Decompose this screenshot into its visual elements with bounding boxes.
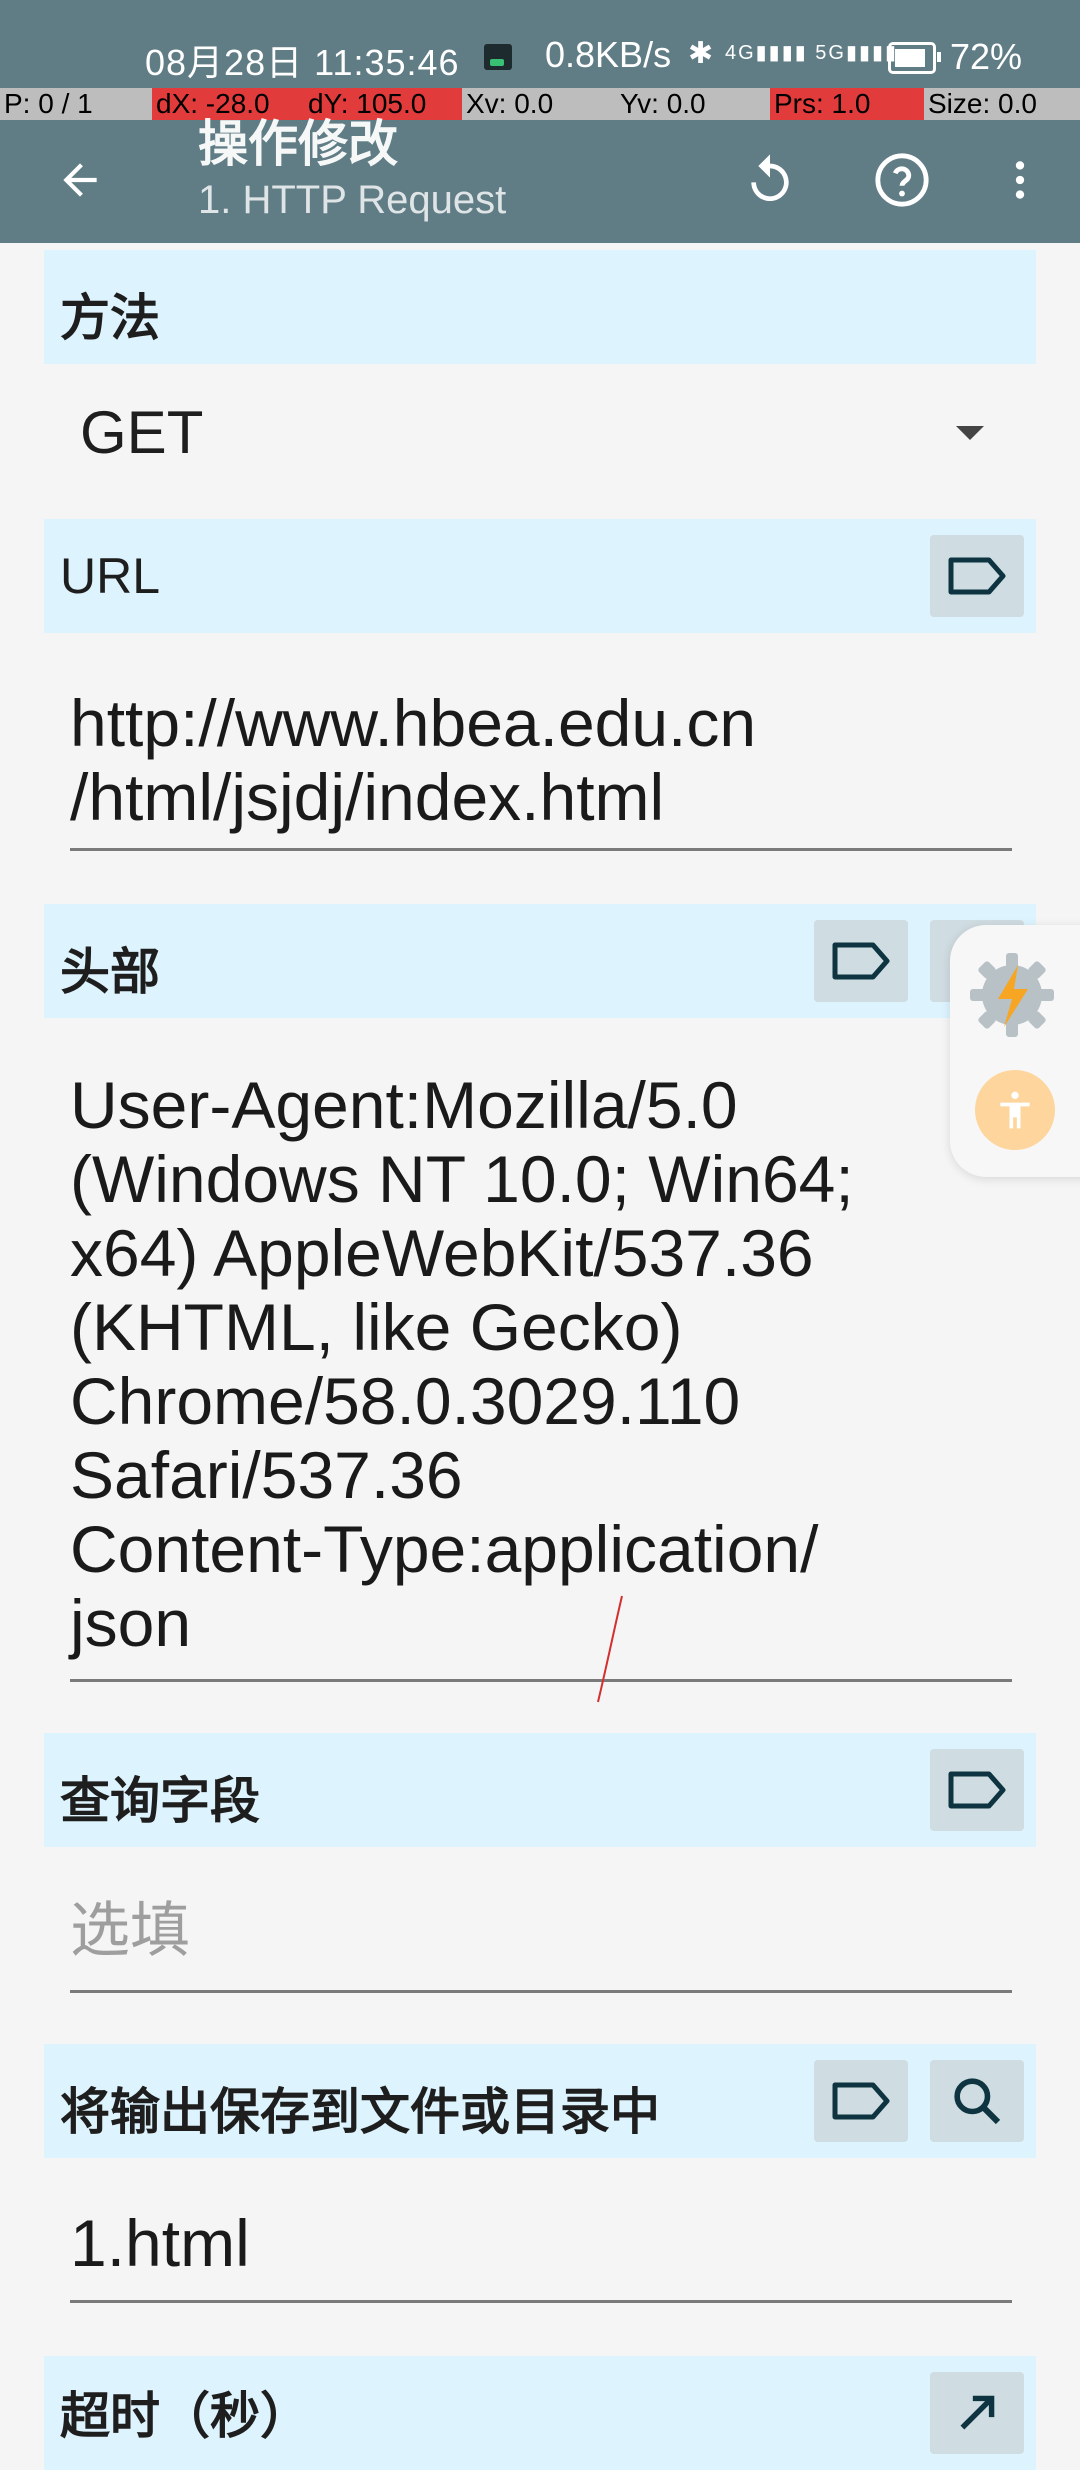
help-button[interactable] xyxy=(862,140,942,220)
arrow-back-icon xyxy=(63,163,97,197)
output-underline xyxy=(70,2300,1012,2303)
accessibility-icon xyxy=(1000,1091,1030,1129)
pointer-yv: Yv: 0.0 xyxy=(620,88,706,119)
timeout-header: 超时（秒） xyxy=(44,2356,1036,2470)
bluetooth-icon: ✱ xyxy=(688,37,714,70)
label-tag-icon xyxy=(832,2082,890,2120)
page-title: 操作修改 xyxy=(198,115,398,173)
output-header: 将输出保存到文件或目录中 xyxy=(44,2044,1036,2158)
output-label: 将输出保存到文件或目录中 xyxy=(60,2083,660,2141)
url-label: URL xyxy=(60,548,161,604)
search-icon xyxy=(954,2078,1001,2125)
signal-icon: 4G▮▮▮▮ 5G▮▮▮▮ xyxy=(725,42,898,64)
url-header: URL xyxy=(44,519,1036,633)
url-underline xyxy=(70,848,1012,851)
pointer-xv: Xv: 0.0 xyxy=(466,88,554,119)
pointer-count: P: 0 / 1 xyxy=(4,88,93,119)
reset-icon xyxy=(751,154,789,201)
headers-underline xyxy=(70,1679,1012,1682)
label-tag-icon xyxy=(832,942,890,980)
automation-gear-icon[interactable] xyxy=(962,945,1062,1045)
dropdown-arrow-icon xyxy=(956,426,984,440)
query-header: 查询字段 xyxy=(44,1733,1036,1847)
app-bar: 操作修改 1. HTTP Request xyxy=(0,115,1080,243)
headers-header: 头部 xyxy=(44,904,1036,1018)
timeout-label: 超时（秒） xyxy=(60,2387,310,2445)
query-variable-button[interactable] xyxy=(930,1749,1024,1831)
headers-variable-button[interactable] xyxy=(814,920,908,1002)
page-subtitle: 1. HTTP Request xyxy=(198,178,507,222)
network-speed: 0.8KB/s xyxy=(545,34,672,75)
label-tag-icon xyxy=(948,557,1006,595)
reset-button[interactable] xyxy=(730,140,810,220)
pointer-size: Size: 0.0 xyxy=(928,88,1037,119)
accessibility-button[interactable] xyxy=(975,1070,1055,1150)
pointer-location-bar: P: 0 / 1 dX: -28.0 dY: 105.0 Xv: 0.0 Yv:… xyxy=(0,88,1080,120)
url-variable-button[interactable] xyxy=(930,535,1024,617)
expand-icon xyxy=(960,2395,995,2430)
pointer-pressure: Prs: 1.0 xyxy=(770,88,924,120)
method-value: GET xyxy=(80,399,204,466)
more-button[interactable] xyxy=(980,140,1060,220)
status-time: 08月28日 11:35:46 xyxy=(145,42,460,83)
back-button[interactable] xyxy=(40,140,120,220)
touch-trail xyxy=(597,1595,623,1703)
method-header: 方法 xyxy=(44,250,1036,364)
status-bar: 08月28日 11:35:46 0.8KB/s ✱ 4G▮▮▮▮ 5G▮▮▮▮ … xyxy=(0,0,1080,88)
output-input[interactable]: 1.html xyxy=(70,2206,1020,2280)
terminal-icon xyxy=(484,44,512,70)
query-underline xyxy=(70,1990,1012,1993)
battery-icon xyxy=(888,42,941,74)
gear-icon xyxy=(970,953,1054,1037)
timeout-expand-button[interactable] xyxy=(930,2372,1024,2454)
url-input[interactable]: http://www.hbea.edu.cn /html/jsjdj/index… xyxy=(70,686,1020,834)
more-vert-icon xyxy=(1015,161,1025,199)
method-label: 方法 xyxy=(60,289,160,347)
label-tag-icon xyxy=(948,1771,1006,1809)
query-label: 查询字段 xyxy=(60,1772,260,1830)
headers-label: 头部 xyxy=(60,943,160,1001)
output-variable-button[interactable] xyxy=(814,2060,908,2142)
help-icon xyxy=(875,153,929,207)
headers-input[interactable]: User-Agent:Mozilla/5.0 (Windows NT 10.0;… xyxy=(70,1068,1020,1660)
query-input[interactable]: 选填 xyxy=(70,1894,1020,1968)
output-search-button[interactable] xyxy=(930,2060,1024,2142)
battery-percent: 72% xyxy=(950,36,1023,77)
